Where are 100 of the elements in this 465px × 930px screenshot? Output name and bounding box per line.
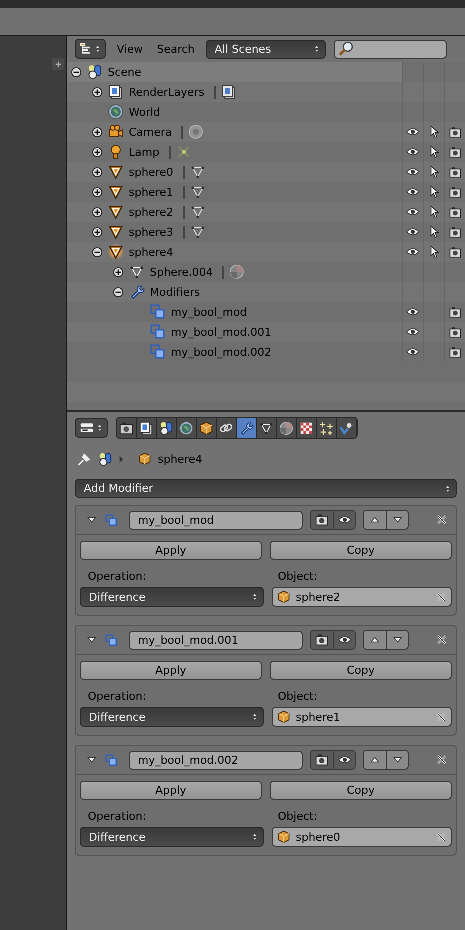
tree-item[interactable]: sphere2 xyxy=(129,206,174,218)
collapse-icon[interactable] xyxy=(92,246,103,258)
move-down-button[interactable] xyxy=(386,751,408,769)
menu-item[interactable]: View xyxy=(114,42,146,56)
menu-item[interactable]: Search xyxy=(154,42,198,56)
tree-item[interactable]: sphere0 xyxy=(129,166,174,178)
squares-icon xyxy=(150,324,166,340)
collapse-icon[interactable] xyxy=(71,66,82,78)
expand-icon[interactable] xyxy=(92,126,103,138)
tree-item[interactable]: Modifiers xyxy=(150,286,200,298)
tree-item[interactable]: Scene xyxy=(108,66,142,78)
close-icon[interactable] xyxy=(436,514,448,526)
apply-button[interactable]: Apply xyxy=(80,541,262,560)
copy-button[interactable]: Copy xyxy=(270,541,452,560)
expand-icon[interactable] xyxy=(92,86,103,98)
tree-item[interactable]: sphere1 xyxy=(129,186,174,198)
expand-icon[interactable] xyxy=(92,166,103,178)
copy-button[interactable]: Copy xyxy=(270,781,452,800)
move-up-button[interactable] xyxy=(364,631,386,649)
properties-tab[interactable] xyxy=(297,418,317,438)
name-field[interactable]: my_bool_mod.001 xyxy=(129,630,303,650)
expand-icon[interactable] xyxy=(92,206,103,218)
tree-item[interactable]: Camera xyxy=(129,126,172,138)
tree-item[interactable]: my_bool_mod.001 xyxy=(171,326,272,338)
close-icon[interactable] xyxy=(436,634,448,646)
tree-item[interactable]: RenderLayers xyxy=(129,86,205,98)
squares-icon xyxy=(150,344,166,360)
camera-icon[interactable] xyxy=(448,246,462,258)
name-field[interactable]: my_bool_mod xyxy=(129,510,303,530)
viewport-toggle[interactable] xyxy=(333,631,355,649)
expand-icon[interactable] xyxy=(92,146,103,158)
object-field[interactable]: sphere0 xyxy=(272,827,452,847)
operation-dropdown[interactable]: Difference xyxy=(80,587,264,607)
tree-item[interactable]: World xyxy=(129,106,161,118)
clear-icon[interactable] xyxy=(436,712,447,722)
move-down-button[interactable] xyxy=(386,511,408,529)
camera-icon[interactable] xyxy=(448,326,462,338)
scene-filter-dropdown[interactable]: All Scenes xyxy=(206,40,326,58)
camera-icon[interactable] xyxy=(448,186,462,198)
pin-icon[interactable] xyxy=(77,452,92,466)
tree-item[interactable]: my_bool_mod.002 xyxy=(171,346,272,358)
expand-icon[interactable] xyxy=(92,186,103,198)
move-up-button[interactable] xyxy=(364,751,386,769)
tree-item[interactable]: sphere4 xyxy=(129,246,174,258)
camera-icon[interactable] xyxy=(448,306,462,318)
apply-button[interactable]: Apply xyxy=(80,781,262,800)
name-field[interactable]: my_bool_mod.002 xyxy=(129,750,303,770)
render-layers-icon[interactable] xyxy=(220,84,237,100)
render-toggle[interactable] xyxy=(311,751,333,769)
move-down-button[interactable] xyxy=(386,631,408,649)
properties-tab[interactable] xyxy=(137,418,157,438)
clear-icon[interactable] xyxy=(436,592,447,602)
properties-tab[interactable] xyxy=(277,418,297,438)
properties-tab[interactable] xyxy=(237,418,257,438)
mesh-icon[interactable] xyxy=(190,224,206,240)
operation-dropdown[interactable]: Difference xyxy=(80,707,264,727)
properties-tab[interactable] xyxy=(117,418,137,438)
plus-button[interactable] xyxy=(52,58,64,70)
render-toggle[interactable] xyxy=(311,631,333,649)
camera-icon[interactable] xyxy=(448,126,462,138)
properties-tab[interactable] xyxy=(337,418,357,438)
squares-icon xyxy=(105,634,118,646)
tree-item[interactable]: Sphere.004 xyxy=(150,266,214,278)
properties-tab[interactable] xyxy=(177,418,197,438)
search-field[interactable] xyxy=(334,40,447,58)
properties-tab[interactable] xyxy=(197,418,217,438)
editor-type-button[interactable] xyxy=(75,39,106,59)
plus-icon xyxy=(54,60,62,68)
expand-icon[interactable] xyxy=(113,266,124,278)
mesh-icon[interactable] xyxy=(190,204,206,220)
viewport-toggle[interactable] xyxy=(333,511,355,529)
properties-tab[interactable] xyxy=(257,418,277,438)
camera-icon[interactable] xyxy=(448,206,462,218)
collapse-icon[interactable] xyxy=(113,286,124,298)
properties-tab[interactable] xyxy=(157,418,177,438)
editor-type-button[interactable] xyxy=(75,418,108,438)
close-icon[interactable] xyxy=(436,754,448,766)
mesh-icon[interactable] xyxy=(190,164,206,180)
tree-item[interactable]: my_bool_mod xyxy=(171,306,248,318)
move-up-button[interactable] xyxy=(364,511,386,529)
tree-item[interactable]: Lamp xyxy=(129,146,160,158)
apply-button[interactable]: Apply xyxy=(80,661,262,680)
render-toggle[interactable] xyxy=(311,511,333,529)
copy-button[interactable]: Copy xyxy=(270,661,452,680)
camera-icon[interactable] xyxy=(448,346,462,358)
camera-icon[interactable] xyxy=(448,166,462,178)
add-modifier-dropdown[interactable]: Add Modifier xyxy=(75,479,457,498)
clear-icon[interactable] xyxy=(436,832,447,842)
camera-icon[interactable] xyxy=(448,226,462,238)
properties-icon xyxy=(79,421,95,435)
properties-tab[interactable] xyxy=(317,418,337,438)
tree-item[interactable]: sphere3 xyxy=(129,226,174,238)
viewport-toggle[interactable] xyxy=(333,751,355,769)
camera-icon[interactable] xyxy=(448,146,462,158)
object-field[interactable]: sphere2 xyxy=(272,587,452,607)
mesh-icon[interactable] xyxy=(190,184,206,200)
properties-tab[interactable] xyxy=(217,418,237,438)
object-field[interactable]: sphere1 xyxy=(272,707,452,727)
operation-dropdown[interactable]: Difference xyxy=(80,827,264,847)
expand-icon[interactable] xyxy=(92,226,103,238)
